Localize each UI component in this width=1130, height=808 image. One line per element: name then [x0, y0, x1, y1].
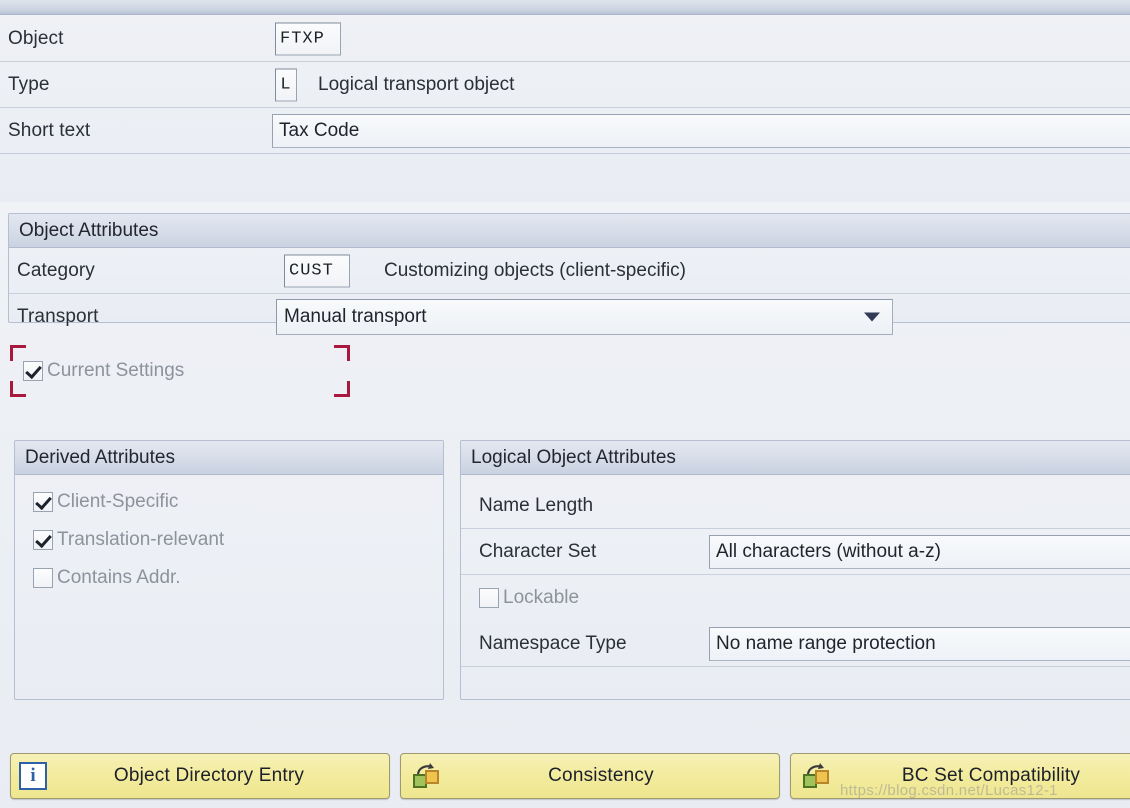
row-type: Type L Logical transport object	[0, 62, 1130, 108]
current-settings-label: Current Settings	[47, 360, 185, 381]
current-settings-checkbox[interactable]: Current Settings	[23, 360, 184, 382]
category-label: Category	[17, 259, 95, 281]
category-description: Customizing objects (client-specific)	[384, 259, 686, 281]
current-settings-focus-frame: Current Settings	[10, 345, 350, 397]
namespace-type-label: Namespace Type	[479, 632, 627, 654]
logical-object-attributes-panel: Logical Object Attributes Name Length 8 …	[460, 440, 1130, 700]
character-set-input[interactable]: All characters (without a-z)	[709, 534, 1130, 569]
namespace-type-input[interactable]: No name range protection	[709, 626, 1130, 661]
transport-link-icon	[411, 762, 441, 790]
consistency-button[interactable]: Consistency	[400, 753, 780, 799]
transport-selected-value: Manual transport	[284, 306, 427, 327]
row-lockable: Lockable	[461, 575, 1130, 621]
type-description: Logical transport object	[318, 73, 515, 95]
checkbox-translation-relevant[interactable]: Translation-relevant	[33, 529, 224, 551]
transport-dropdown[interactable]: Manual transport	[276, 299, 893, 335]
checkbox-icon[interactable]	[23, 361, 43, 381]
bottom-button-bar: i Object Directory Entry Consistency BC …	[0, 745, 1130, 808]
transport-link-icon	[801, 762, 831, 790]
lockable-label: Lockable	[503, 587, 580, 608]
checkbox-icon[interactable]	[479, 588, 499, 608]
row-name-length: Name Length 8	[461, 483, 1130, 529]
checkbox-icon[interactable]	[33, 492, 53, 512]
name-length-label: Name Length	[479, 494, 594, 516]
row-character-set: Character Set All characters (without a-…	[461, 529, 1130, 575]
row-short-text: Short text Tax Code	[0, 108, 1130, 154]
window-top-strip	[0, 0, 1130, 15]
info-icon: i	[19, 762, 47, 790]
type-input[interactable]: L	[275, 68, 297, 101]
contains-addr-label: Contains Addr.	[57, 567, 181, 588]
client-specific-label: Client-Specific	[57, 491, 179, 512]
object-directory-entry-label: Object Directory Entry	[113, 765, 305, 786]
bc-set-compatibility-button[interactable]: BC Set Compatibility	[790, 753, 1130, 799]
header-fields-area: Object FTXP Type L Logical transport obj…	[0, 16, 1130, 202]
focus-corner-top-left	[10, 345, 26, 361]
short-text-input[interactable]: Tax Code	[272, 113, 1130, 148]
object-label: Object	[8, 27, 64, 49]
derived-attributes-panel: Derived Attributes Client-Specific Trans…	[14, 440, 444, 700]
row-namespace-type: Namespace Type No name range protection	[461, 621, 1130, 667]
category-input[interactable]: CUST	[284, 254, 350, 287]
derived-attributes-title: Derived Attributes	[15, 441, 443, 475]
focus-corner-bottom-left	[10, 381, 26, 397]
checkbox-contains-addr[interactable]: Contains Addr.	[33, 567, 224, 589]
checkbox-icon[interactable]	[33, 568, 53, 588]
transport-label: Transport	[17, 306, 99, 327]
derived-attributes-list: Client-Specific Translation-relevant Con…	[33, 491, 224, 605]
focus-corner-top-right	[334, 345, 350, 361]
row-transport: Transport Manual transport	[9, 294, 1130, 340]
checkbox-lockable[interactable]: Lockable	[479, 587, 579, 609]
object-attributes-panel: Object Attributes Category CUST Customiz…	[8, 213, 1130, 335]
checkbox-icon[interactable]	[33, 530, 53, 550]
object-directory-entry-button[interactable]: i Object Directory Entry	[10, 753, 390, 799]
object-input[interactable]: FTXP	[275, 22, 341, 55]
object-attributes-title: Object Attributes	[9, 214, 1130, 248]
type-label: Type	[8, 73, 50, 95]
logical-object-attributes-title: Logical Object Attributes	[461, 441, 1130, 475]
row-object: Object FTXP	[0, 16, 1130, 62]
focus-corner-bottom-right	[334, 381, 350, 397]
chevron-down-icon[interactable]	[864, 312, 880, 322]
consistency-label: Consistency	[548, 765, 654, 786]
character-set-label: Character Set	[479, 540, 597, 562]
row-category: Category CUST Customizing objects (clien…	[9, 248, 1130, 294]
translation-relevant-label: Translation-relevant	[57, 529, 225, 550]
checkbox-client-specific[interactable]: Client-Specific	[33, 491, 224, 513]
short-text-label: Short text	[8, 119, 91, 141]
sap-object-maintenance-screen: Object FTXP Type L Logical transport obj…	[0, 0, 1130, 808]
bc-set-compatibility-label: BC Set Compatibility	[901, 765, 1081, 786]
